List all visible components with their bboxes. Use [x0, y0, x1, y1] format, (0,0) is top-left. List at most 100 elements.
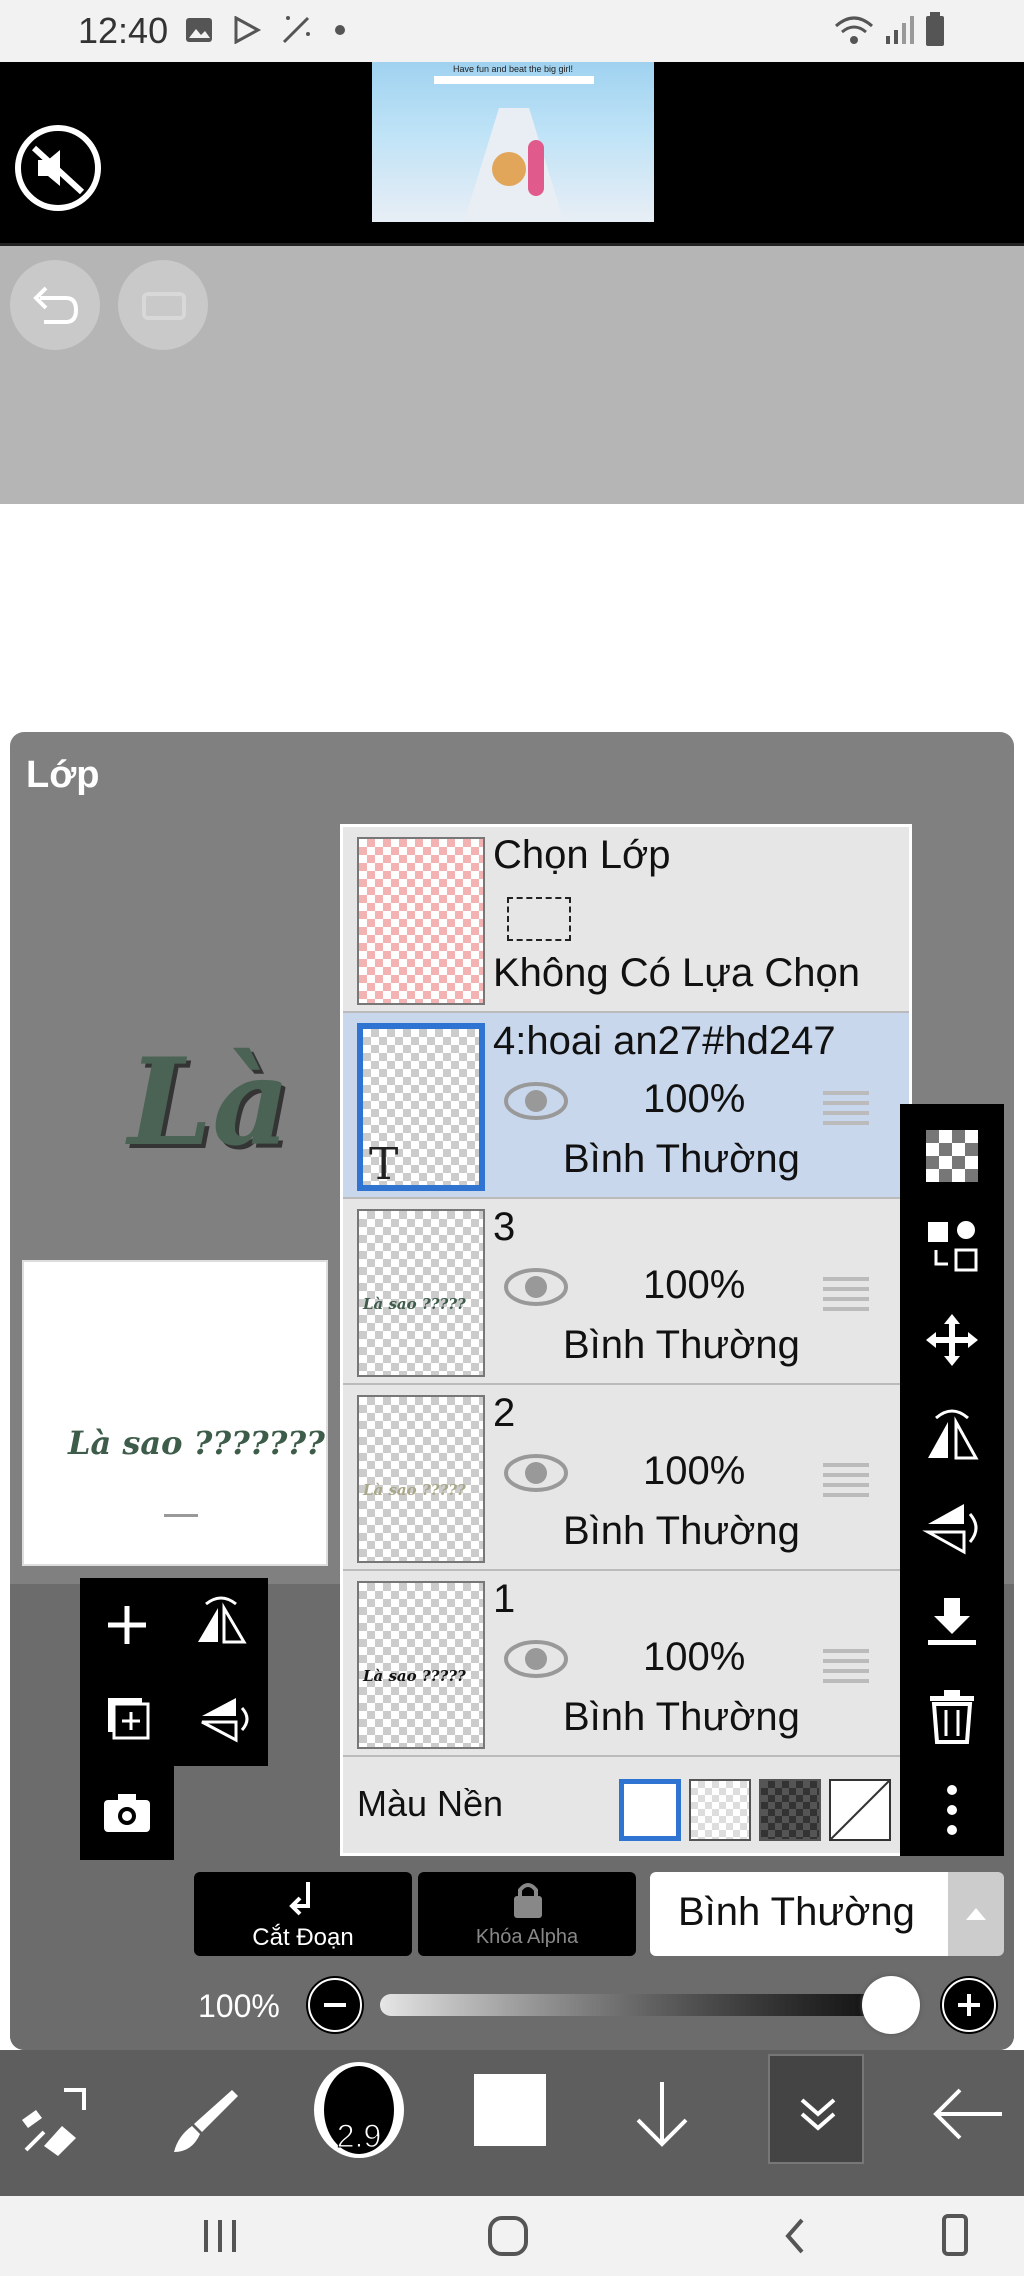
layer-thumbnail: Là sao ????? — [357, 1395, 485, 1563]
opacity-increase-button[interactable] — [940, 1976, 998, 2034]
back-arrow-icon[interactable] — [928, 2074, 1008, 2154]
eye-icon[interactable] — [503, 1451, 569, 1495]
recent-apps-icon[interactable] — [200, 2216, 244, 2256]
layer-name: 2 — [493, 1391, 516, 1435]
rotate-icon[interactable] — [940, 2212, 970, 2258]
selection-layer-row[interactable]: Chọn Lớp Không Có Lựa Chọn — [343, 827, 909, 1013]
clip-label: Cắt Đoạn — [252, 1924, 354, 1951]
canvas-preview[interactable]: Là sao ??????? — [22, 1260, 328, 1566]
plus-icon — [942, 1978, 996, 2032]
ad-banner[interactable]: Have fun and beat the big girl! — [0, 62, 1024, 246]
flip-horizontal-icon[interactable] — [922, 1404, 982, 1464]
preview-small-text — [164, 1514, 198, 1517]
thumbnail-text: Là sao ????? — [363, 1295, 466, 1313]
brush-icon[interactable] — [166, 2080, 246, 2160]
bottom-toolbar: 2.9 — [0, 2050, 1024, 2196]
layer-name: 1 — [493, 1577, 516, 1621]
add-layer-button[interactable] — [80, 1578, 174, 1672]
opacity-decrease-button[interactable] — [306, 1976, 364, 2034]
status-bar: 12:40 — [0, 0, 1024, 62]
layers-button[interactable] — [768, 2054, 864, 2164]
bg-white-swatch[interactable] — [619, 1779, 681, 1841]
layer-list: Chọn Lớp Không Có Lựa Chọn T 4:hoai an27… — [340, 824, 912, 1856]
redo-button[interactable] — [118, 260, 208, 350]
eye-icon[interactable] — [503, 1637, 569, 1681]
system-nav-bar — [0, 2196, 1024, 2276]
selection-thumbnail — [357, 837, 485, 1005]
home-icon[interactable] — [486, 2214, 530, 2258]
undo-icon — [33, 286, 79, 324]
layer-row[interactable]: Là sao ????? 1 100% Bình Thường — [343, 1571, 909, 1757]
clip-arrow-icon — [289, 1882, 310, 1916]
eye-icon[interactable] — [503, 1265, 569, 1309]
layer-thumbnail: Là sao ????? — [357, 1209, 485, 1377]
opacity-slider-track[interactable] — [380, 1976, 920, 2034]
layer-name: 3 — [493, 1205, 516, 1249]
brush-size-value: 2.9 — [336, 2118, 382, 2155]
trash-icon[interactable] — [922, 1686, 982, 1746]
layer-row[interactable]: T 4:hoai an27#hd247 100% Bình Thường — [343, 1013, 909, 1199]
camera-button[interactable] — [80, 1766, 174, 1860]
camera-icon — [104, 1794, 150, 1832]
background-label: Màu Nền — [357, 1783, 504, 1824]
layer-name: 4:hoai an27#hd247 — [493, 1019, 836, 1063]
merge-down-icon[interactable] — [922, 1592, 982, 1652]
ad-image[interactable]: Have fun and beat the big girl! — [372, 62, 654, 222]
layer-blend-mode: Bình Thường — [563, 1323, 800, 1367]
blend-mode-value: Bình Thường — [678, 1890, 915, 1934]
bg-none-swatch[interactable] — [829, 1779, 891, 1841]
canvas-text-art: Là — [128, 1032, 291, 1173]
eye-icon[interactable] — [503, 1079, 569, 1123]
duplicate-layer-button[interactable] — [80, 1672, 174, 1766]
blend-mode-select[interactable]: Bình Thường — [650, 1872, 1004, 1956]
layer-thumbnail: T — [357, 1023, 485, 1191]
panel-title: Lớp — [26, 754, 100, 796]
layer-opacity: 100% — [643, 1449, 746, 1493]
undo-button[interactable] — [10, 260, 100, 350]
flip-horizontal-icon — [198, 1596, 247, 1644]
layer-opacity: 100% — [643, 1635, 746, 1679]
background-color-row: Màu Nền — [343, 1757, 909, 1853]
alpha-lock-button[interactable]: Khóa Alpha — [418, 1872, 636, 1956]
status-time: 12:40 — [78, 10, 169, 51]
more-options-icon[interactable] — [922, 1780, 982, 1840]
drag-handle-icon[interactable] — [821, 1459, 871, 1499]
plus-icon — [108, 1606, 146, 1644]
clipping-button[interactable]: Cắt Đoạn — [194, 1872, 412, 1956]
ad-caption: Have fun and beat the big girl! — [452, 64, 574, 74]
layer-blend-mode: Bình Thường — [563, 1695, 800, 1739]
dot-icon — [335, 25, 345, 35]
selection-marquee-icon — [507, 897, 571, 941]
opacity-label: 100% — [198, 1988, 280, 2024]
flip-vertical-icon[interactable] — [922, 1498, 982, 1558]
opacity-slider-fill — [380, 1994, 920, 2016]
text-layer-icon: T — [369, 1139, 399, 1190]
minus-icon — [308, 1978, 362, 2032]
drag-handle-icon[interactable] — [821, 1273, 871, 1313]
back-icon[interactable] — [780, 2214, 810, 2258]
checker-icon[interactable] — [922, 1126, 982, 1186]
layer-row[interactable]: Là sao ????? 2 100% Bình Thường — [343, 1385, 909, 1571]
transform-tool-icon[interactable] — [14, 2080, 94, 2160]
layer-row[interactable]: Là sao ????? 3 100% Bình Thường — [343, 1199, 909, 1385]
layer-blend-mode: Bình Thường — [563, 1509, 800, 1553]
caret-up-icon — [966, 1908, 986, 1920]
opacity-slider-thumb[interactable] — [862, 1976, 920, 2034]
thumbnail-text: Là sao ????? — [363, 1481, 466, 1499]
drag-handle-icon[interactable] — [821, 1645, 871, 1685]
move-icon[interactable] — [922, 1310, 982, 1370]
transfer-icon[interactable] — [922, 1216, 982, 1276]
drag-handle-icon[interactable] — [821, 1087, 871, 1127]
blend-dropdown-button[interactable] — [948, 1872, 1004, 1956]
brush-size-button[interactable]: 2.9 — [314, 2062, 404, 2158]
right-toolbar — [900, 1104, 1004, 1856]
color-swatch-button[interactable] — [474, 2074, 546, 2146]
bg-dark-swatch[interactable] — [759, 1779, 821, 1841]
flip-horizontal-button[interactable] — [174, 1578, 268, 1672]
layer-blend-mode: Bình Thường — [563, 1137, 800, 1181]
bg-transparent-swatch[interactable] — [689, 1779, 751, 1841]
redo-icon — [142, 292, 186, 320]
mute-icon[interactable] — [14, 124, 102, 212]
arrow-down-icon[interactable] — [622, 2074, 702, 2154]
flip-vertical-button[interactable] — [174, 1672, 268, 1766]
